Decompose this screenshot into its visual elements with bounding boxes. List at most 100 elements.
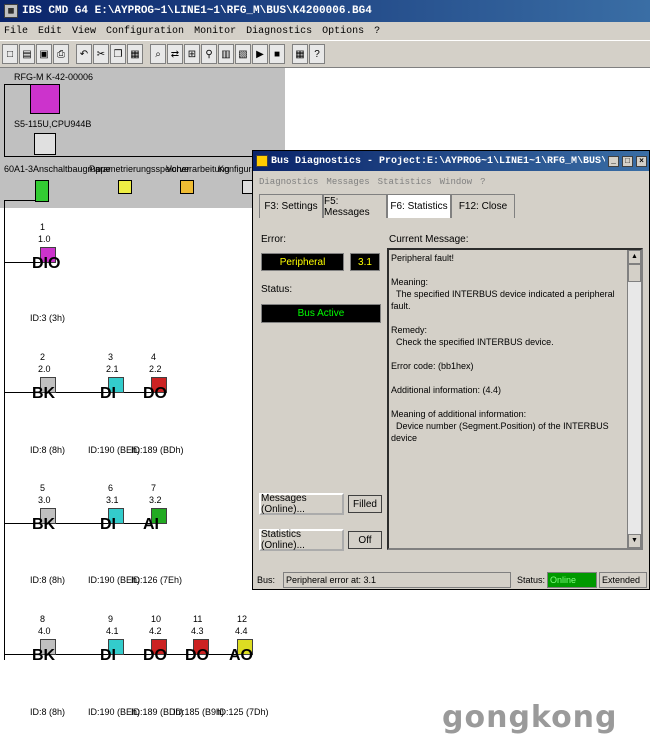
cut-icon[interactable]: ✂ — [93, 44, 109, 64]
device-type-label: DO — [185, 647, 209, 664]
maximize-icon[interactable]: □ — [622, 155, 633, 167]
grid-icon[interactable]: ▦ — [292, 44, 308, 64]
save-icon[interactable]: ▣ — [36, 44, 52, 64]
device-id: ID:8 (8h) — [30, 445, 66, 455]
tab-statistics[interactable]: F6: Statistics — [387, 194, 451, 218]
dialog-menu-help[interactable]: ? — [480, 177, 485, 191]
menu-bar: File Edit View Configuration Monitor Diagnost… — [0, 22, 650, 40]
preprocessing-icon[interactable] — [180, 180, 194, 194]
run-icon[interactable]: ▶ — [252, 44, 268, 64]
menu-help[interactable]: ? — [374, 26, 380, 37]
device-number: 1 — [40, 222, 46, 232]
help-icon[interactable]: ? — [309, 44, 325, 64]
device-icon[interactable]: ▥ — [218, 44, 234, 64]
dialog-menu-diagnostics[interactable]: Diagnostics — [259, 177, 318, 191]
device-position: 4.3 — [191, 626, 204, 636]
app-title-bar: ▦ IBS CMD G4 E:\AYPROG~1\LINE1~1\RFG_M\B… — [0, 0, 650, 22]
message-line — [391, 264, 629, 276]
interface-node-icon[interactable] — [35, 180, 49, 202]
close-icon[interactable]: × — [636, 155, 647, 167]
device-id: ID:189 (BDh) — [131, 445, 184, 455]
scroll-up-icon[interactable]: ▲ — [628, 250, 641, 264]
message-line: Remedy: — [391, 325, 428, 335]
menu-monitor[interactable]: Monitor — [194, 26, 236, 37]
monitor-icon[interactable]: ▧ — [235, 44, 251, 64]
device-type-label: DO — [143, 647, 167, 664]
watermark: gongkong — [442, 700, 618, 735]
print-icon[interactable]: ⎙ — [53, 44, 69, 64]
device-number: 6 — [108, 483, 114, 493]
dialog-title: Bus Diagnostics - Project:E:\AYPROG~1\LI… — [271, 155, 605, 167]
device-position: 4.2 — [149, 626, 162, 636]
app-title: IBS CMD G4 E:\AYPROG~1\LINE1~1\RFG_M\BUS… — [22, 5, 372, 17]
tab-messages[interactable]: F5: Messages — [323, 194, 387, 218]
error-value: Peripheral — [261, 253, 344, 271]
dialog-menu-messages[interactable]: Messages — [326, 177, 369, 191]
message-line: Meaning: — [391, 277, 429, 287]
bus-status-text: Peripheral error at: 3.1 — [283, 572, 511, 588]
messages-online-button[interactable]: Messages (Online)... — [259, 493, 344, 515]
device-position: 4.1 — [106, 626, 119, 636]
new-icon[interactable]: □ — [2, 44, 18, 64]
zoom-icon[interactable]: ⌕ — [150, 44, 166, 64]
scroll-thumb[interactable] — [628, 264, 641, 282]
menu-edit[interactable]: Edit — [38, 26, 62, 37]
tab-settings[interactable]: F3: Settings — [259, 194, 323, 218]
menu-view[interactable]: View — [72, 26, 96, 37]
cpu-icon[interactable] — [34, 133, 56, 155]
error-position: 3.1 — [350, 253, 380, 271]
device-type-label: BK — [32, 647, 56, 664]
find-icon[interactable]: ⚲ — [201, 44, 217, 64]
connect-icon[interactable]: ⇄ — [167, 44, 183, 64]
status-label: Status: — [261, 284, 293, 295]
device-position: 4.4 — [235, 626, 248, 636]
menu-configuration[interactable]: Configuration — [106, 26, 184, 37]
device-number: 12 — [237, 614, 248, 624]
device-number: 11 — [193, 614, 203, 624]
undo-icon[interactable]: ↶ — [76, 44, 92, 64]
device-type-label: DI — [100, 385, 116, 402]
param-memory-icon[interactable] — [118, 180, 132, 194]
minimize-icon[interactable]: _ — [608, 155, 619, 167]
message-line — [391, 348, 629, 360]
device-number: 4 — [151, 352, 157, 362]
copy-icon[interactable]: ❐ — [110, 44, 126, 64]
device-position: 3.0 — [38, 495, 51, 505]
tree-icon[interactable]: ⊞ — [184, 44, 200, 64]
dialog-menu-window[interactable]: Window — [440, 177, 472, 191]
scroll-down-icon[interactable]: ▼ — [628, 534, 641, 548]
dialog-tabs: F3: Settings F5: Messages F6: Statistics F1… — [259, 194, 515, 218]
dialog-title-bar: Bus Diagnostics - Project:E:\AYPROG~1\LI… — [253, 151, 649, 171]
device-type-label: BK — [32, 516, 56, 533]
menu-options[interactable]: Options — [322, 26, 364, 37]
device-type-label: DI — [100, 516, 116, 533]
dialog-menu-bar: Diagnostics Messages Statistics Window? — [253, 177, 649, 191]
online-indicator: Online — [547, 572, 597, 588]
toolbar: □ ▤ ▣ ⎙ ↶ ✂ ❐ ▦ ⌕ ⇄ ⊞ ⚲ ▥ ▧ ▶ ■ ▦? — [0, 40, 650, 68]
device-position: 2.0 — [38, 364, 51, 374]
stop-icon[interactable]: ■ — [269, 44, 285, 64]
dialog-status-bar: Bus: Peripheral error at: 3.1 Status: On… — [255, 571, 647, 589]
cpu-label: S5-115U,CPU944B — [14, 119, 92, 129]
paste-icon[interactable]: ▦ — [127, 44, 143, 64]
menu-diagnostics[interactable]: Diagnostics — [246, 26, 312, 37]
mode-indicator: Extended — [599, 572, 647, 588]
message-line: Check the specified INTERBUS device. — [391, 337, 554, 347]
device-position: 3.1 — [106, 495, 119, 505]
message-line: The specified INTERBUS device indicated … — [391, 289, 618, 311]
message-line — [391, 396, 629, 408]
open-icon[interactable]: ▤ — [19, 44, 35, 64]
device-id: ID:126 (7Eh) — [131, 575, 183, 585]
tab-close[interactable]: F12: Close — [451, 194, 515, 218]
message-scrollbar[interactable]: ▲ ▼ — [627, 250, 641, 548]
menu-file[interactable]: File — [4, 26, 28, 37]
status-label-bar: Status: — [517, 575, 546, 585]
device-id: ID:8 (8h) — [30, 575, 66, 585]
statistics-online-button[interactable]: Statistics (Online)... — [259, 529, 344, 551]
message-text: Peripheral fault! Meaning: The specified … — [391, 252, 629, 444]
plc-icon[interactable] — [30, 84, 60, 114]
message-line: Device number (Segment.Position) of the … — [391, 421, 612, 443]
device-number: 9 — [108, 614, 114, 624]
dialog-menu-statistics[interactable]: Statistics — [378, 177, 432, 191]
message-area[interactable]: Peripheral fault! Meaning: The specified … — [387, 248, 643, 550]
